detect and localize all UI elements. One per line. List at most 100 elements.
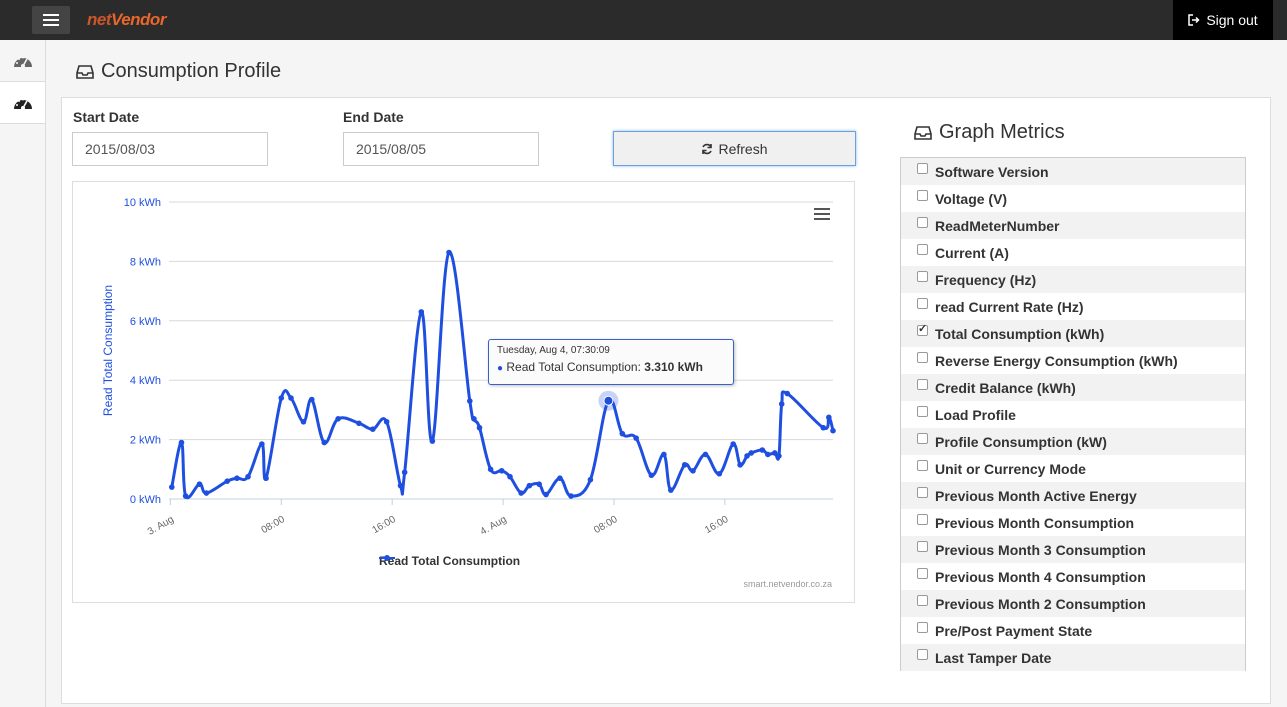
metric-checkbox[interactable]: [917, 568, 928, 579]
data-point: [234, 475, 240, 482]
tooltip-date: Tuesday, Aug 4, 07:30:09: [497, 345, 610, 356]
data-point: [446, 249, 452, 256]
metric-checkbox[interactable]: [917, 487, 928, 498]
chart-credits[interactable]: smart.netvendor.co.za: [743, 579, 832, 589]
data-point: [383, 418, 390, 425]
page-title-text: Consumption Profile: [101, 60, 282, 82]
end-date-input[interactable]: [343, 132, 539, 166]
metric-item[interactable]: Reverse Energy Consumption (kWh): [901, 347, 1245, 374]
metric-checkbox[interactable]: [917, 595, 928, 606]
metric-checkbox[interactable]: [917, 163, 928, 174]
metric-item[interactable]: Current (A): [901, 239, 1245, 266]
metric-item[interactable]: Previous Month 4 Consumption: [901, 563, 1245, 590]
data-point: [401, 469, 408, 476]
metric-label: Previous Month 4 Consumption: [935, 568, 1146, 585]
metric-label: Previous Month 2 Consumption: [935, 595, 1146, 612]
metric-label: Profile Consumption (kW): [935, 433, 1107, 450]
data-point: [429, 438, 436, 444]
metric-item[interactable]: Pre/Post Payment State: [901, 617, 1245, 644]
metric-checkbox[interactable]: [917, 649, 928, 660]
metric-item[interactable]: Profile Consumption (kW): [901, 428, 1245, 455]
metric-checkbox[interactable]: [917, 244, 928, 255]
metric-item[interactable]: Previous Month 2 Consumption: [901, 590, 1245, 617]
y-tick-label: 6 kWh: [130, 316, 161, 328]
metric-checkbox[interactable]: [917, 622, 928, 633]
metric-checkbox[interactable]: [917, 217, 928, 228]
metric-checkbox[interactable]: [917, 433, 928, 444]
metric-checkbox[interactable]: [917, 460, 928, 471]
metric-label: Previous Month 3 Consumption: [935, 541, 1146, 558]
data-point: [308, 396, 315, 403]
y-axis-title: Read Total Consumption: [101, 285, 115, 416]
netvendor-logo[interactable]: netVendor: [87, 10, 166, 30]
inbox-icon: [914, 125, 932, 140]
logo-text-net: net: [87, 10, 112, 29]
x-tick-label: 4. Aug: [479, 514, 509, 538]
start-date-input[interactable]: [72, 132, 268, 166]
metric-item[interactable]: Previous Month Consumption: [901, 509, 1245, 536]
metric-item[interactable]: Total Consumption (kWh): [901, 320, 1245, 347]
refresh-button[interactable]: Refresh: [613, 131, 856, 166]
metric-item[interactable]: Unit or Currency Mode: [901, 455, 1245, 482]
page-title: Consumption Profile: [76, 60, 281, 83]
metric-item[interactable]: Previous Month 3 Consumption: [901, 536, 1245, 563]
metric-item[interactable]: Previous Month Active Energy: [901, 482, 1245, 509]
hamburger-menu-button[interactable]: [32, 6, 70, 34]
data-point: [518, 490, 524, 496]
data-point: [661, 451, 667, 458]
metric-item[interactable]: Frequency (Hz): [901, 266, 1245, 293]
metric-label: Credit Balance (kWh): [935, 379, 1076, 396]
data-point: [196, 481, 203, 487]
metric-label: Load Profile: [935, 406, 1016, 423]
y-tick-label: 0 kWh: [130, 494, 161, 506]
data-point: [467, 398, 473, 404]
data-point: [487, 466, 494, 473]
data-point: [203, 490, 210, 496]
y-tick-label: 10 kWh: [124, 197, 161, 209]
y-tick-label: 2 kWh: [130, 435, 161, 447]
metric-checkbox[interactable]: [917, 541, 928, 552]
metric-item[interactable]: Voltage (V): [901, 185, 1245, 212]
x-tick-label: 16:00: [703, 514, 731, 536]
metric-checkbox[interactable]: [917, 190, 928, 201]
data-point: [397, 482, 404, 489]
data-point: [507, 473, 513, 480]
metric-checkbox[interactable]: [917, 406, 928, 417]
metric-checkbox[interactable]: [917, 352, 928, 363]
y-tick-label: 4 kWh: [130, 375, 161, 387]
data-point: [619, 430, 626, 437]
data-point: [300, 418, 307, 425]
rail-item-consumption[interactable]: [0, 82, 45, 124]
data-point: [759, 447, 766, 453]
rail-item-dashboard[interactable]: [0, 40, 45, 82]
chart-context-menu-icon[interactable]: [814, 208, 830, 223]
top-bar: netVendor Sign out: [0, 0, 1287, 40]
chart-legend-item[interactable]: Read Total Consumption: [379, 554, 520, 568]
metric-label: Previous Month Consumption: [935, 514, 1135, 531]
metric-checkbox[interactable]: [917, 322, 928, 336]
metric-item[interactable]: read Current Rate (Hz): [901, 293, 1245, 320]
data-point: [748, 450, 755, 456]
data-point: [278, 395, 285, 401]
data-point: [168, 484, 175, 490]
metric-checkbox[interactable]: [917, 379, 928, 390]
data-point: [730, 441, 736, 447]
metric-item[interactable]: ReadMeterNumber: [901, 212, 1245, 239]
metric-checkbox[interactable]: [917, 514, 928, 525]
metric-label: Previous Month Active Energy: [935, 487, 1137, 504]
data-point: [369, 426, 376, 433]
metric-item[interactable]: Credit Balance (kWh): [901, 374, 1245, 401]
data-point: [263, 475, 269, 482]
metric-checkbox[interactable]: [917, 271, 928, 282]
data-point: [224, 478, 231, 484]
legend-line-symbol: [379, 555, 395, 561]
sign-out-button[interactable]: Sign out: [1173, 0, 1273, 40]
metric-item[interactable]: Load Profile: [901, 401, 1245, 428]
metric-checkbox[interactable]: [917, 298, 928, 309]
side-rail: [0, 40, 46, 707]
metric-item[interactable]: Software Version: [901, 158, 1245, 185]
metric-label: Voltage (V): [935, 190, 1008, 207]
metric-item[interactable]: Last Tamper Date: [901, 644, 1245, 671]
metric-label: Frequency (Hz): [935, 271, 1037, 288]
legend-label: Read Total Consumption: [379, 554, 521, 568]
